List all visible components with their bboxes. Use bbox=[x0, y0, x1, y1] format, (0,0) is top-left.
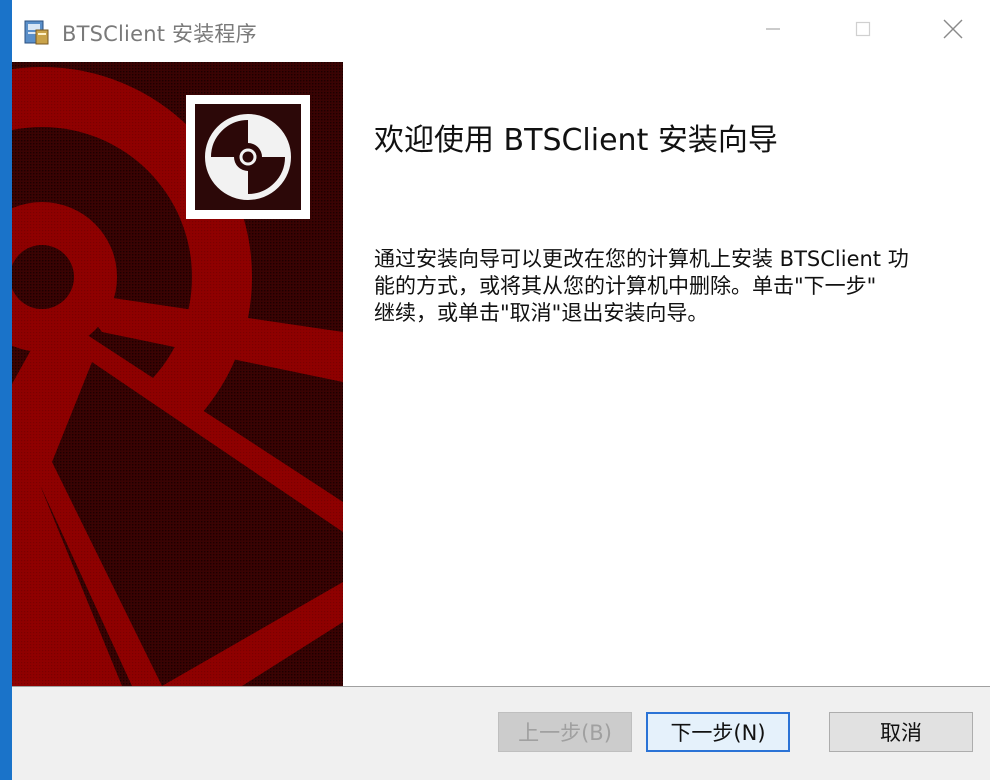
back-button[interactable]: 上一步(B) bbox=[498, 712, 632, 752]
description-line: 继续，或单击"取消"退出安装向导。 bbox=[374, 301, 709, 325]
window-title: BTSClient 安装程序 bbox=[62, 22, 257, 46]
installer-app-icon bbox=[22, 18, 50, 46]
maximize-icon bbox=[854, 20, 872, 42]
side-banner-image bbox=[12, 62, 343, 686]
close-button[interactable] bbox=[924, 0, 982, 62]
welcome-heading: 欢迎使用 BTSClient 安装向导 bbox=[374, 123, 778, 158]
maximize-button[interactable] bbox=[834, 0, 892, 62]
description-line: 能的方式，或将其从您的计算机中删除。单击"下一步" bbox=[374, 274, 877, 298]
close-icon bbox=[942, 18, 964, 44]
next-button[interactable]: 下一步(N) bbox=[646, 712, 790, 752]
minimize-icon bbox=[764, 20, 782, 42]
description-line: 通过安装向导可以更改在您的计算机上安装 BTSClient 功 bbox=[374, 247, 909, 271]
button-bar: 上一步(B) 下一步(N) 取消 bbox=[12, 687, 990, 780]
title-bar[interactable]: BTSClient 安装程序 bbox=[12, 0, 990, 62]
disc-icon bbox=[200, 109, 296, 205]
cancel-button[interactable]: 取消 bbox=[829, 712, 973, 752]
minimize-button[interactable] bbox=[744, 0, 802, 62]
welcome-description: 通过安装向导可以更改在您的计算机上安装 BTSClient 功 能的方式，或将其… bbox=[374, 246, 974, 327]
installer-window: BTSClient 安装程序 欢迎使用 BTSClient 安装向导 通过安装向… bbox=[0, 0, 990, 780]
cd-logo-frame bbox=[186, 95, 310, 219]
